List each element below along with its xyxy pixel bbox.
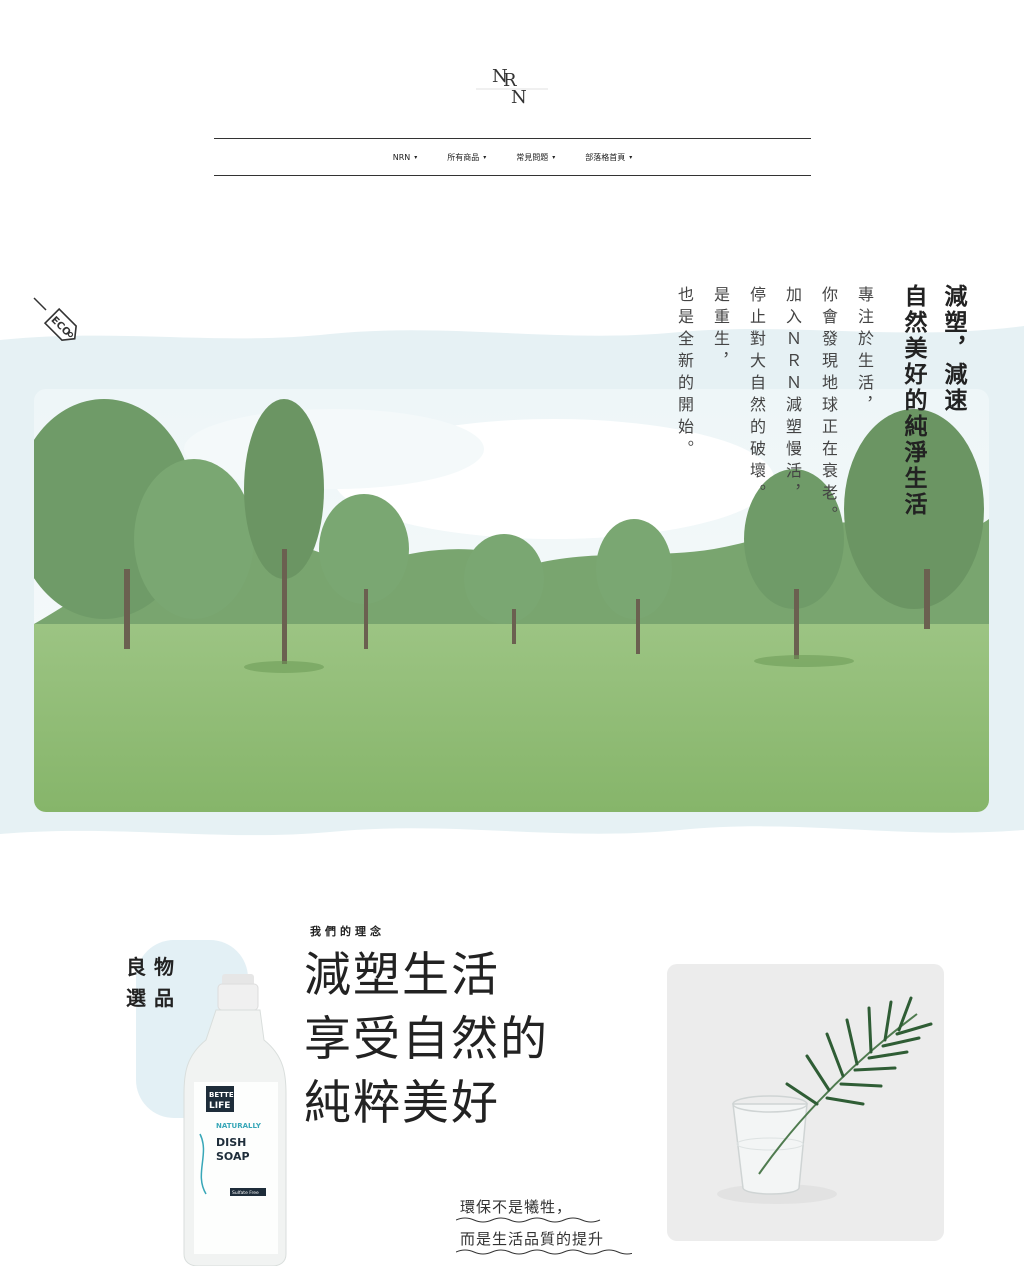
- eco-tag-icon: ECO: [30, 294, 90, 354]
- plant-in-glass-photo: [667, 964, 944, 1241]
- motto-line-2: 而是生活品質的提升: [460, 1230, 605, 1248]
- brand-logo[interactable]: N R N: [472, 62, 552, 108]
- chevron-down-icon: ▾: [414, 153, 418, 161]
- section-kicker: 我們的理念: [310, 925, 385, 938]
- motto: 環保不是犧牲， 而是生活品質的提升: [456, 1196, 632, 1260]
- hero-body-line-3: 加入ＮＲＮ減塑慢活，: [783, 286, 802, 506]
- park-photo: [34, 389, 989, 812]
- nav-item-label: NRN: [392, 152, 411, 162]
- dish-soap-bottle-image: BETTER LIFE NATURALLY DISH SOAP Sulfate …: [180, 974, 290, 1267]
- wave-underline-icon: [456, 1249, 632, 1255]
- svg-text:N: N: [511, 87, 527, 106]
- headline-line-3: 純粹美好: [304, 1076, 500, 1131]
- hero-body-line-5: 是重生，: [711, 286, 730, 374]
- headline: 減塑生活 享受自然的 純粹美好: [304, 944, 549, 1136]
- nav-item-faq[interactable]: 常見問題 ▾: [516, 152, 555, 163]
- svg-text:DISH: DISH: [216, 1136, 246, 1149]
- svg-text:SOAP: SOAP: [216, 1150, 250, 1163]
- wave-underline-icon: [456, 1217, 601, 1223]
- nav-item-label: 所有商品: [447, 152, 480, 162]
- headline-line-2: 享受自然的: [304, 1012, 549, 1067]
- nav-item-blog[interactable]: 部落格首頁 ▾: [585, 152, 632, 163]
- svg-text:BETTER: BETTER: [209, 1091, 240, 1099]
- hero-title-line-2: 自然美好的純淨生活: [900, 284, 926, 518]
- chevron-down-icon: ▾: [552, 153, 556, 161]
- svg-text:LIFE: LIFE: [209, 1101, 230, 1111]
- chevron-down-icon: ▾: [483, 153, 487, 161]
- nav-item-all-products[interactable]: 所有商品 ▾: [447, 152, 486, 163]
- nav-item-label: 常見問題: [516, 152, 549, 162]
- chevron-down-icon: ▾: [629, 153, 633, 161]
- svg-text:NATURALLY: NATURALLY: [216, 1122, 262, 1130]
- nav-item-nrn[interactable]: NRN ▾: [393, 153, 418, 162]
- hero-body-line-2: 你會發現地球正在衰老。: [819, 286, 838, 528]
- main-nav: NRN ▾ 所有商品 ▾ 常見問題 ▾ 部落格首頁 ▾: [214, 138, 811, 176]
- motto-line-1: 環保不是犧牲，: [460, 1198, 573, 1216]
- nav-item-label: 部落格首頁: [585, 152, 626, 162]
- headline-line-1: 減塑生活: [304, 948, 500, 1003]
- hero-body-line-6: 也是全新的開始。: [675, 286, 694, 462]
- hero-body-line-1: 專注於生活，: [855, 286, 874, 418]
- hero-body-line-4: 停止對大自然的破壞。: [747, 286, 766, 506]
- hero-title-line-1: 減塑，減速: [940, 284, 966, 414]
- svg-text:Sulfate Free: Sulfate Free: [232, 1190, 259, 1196]
